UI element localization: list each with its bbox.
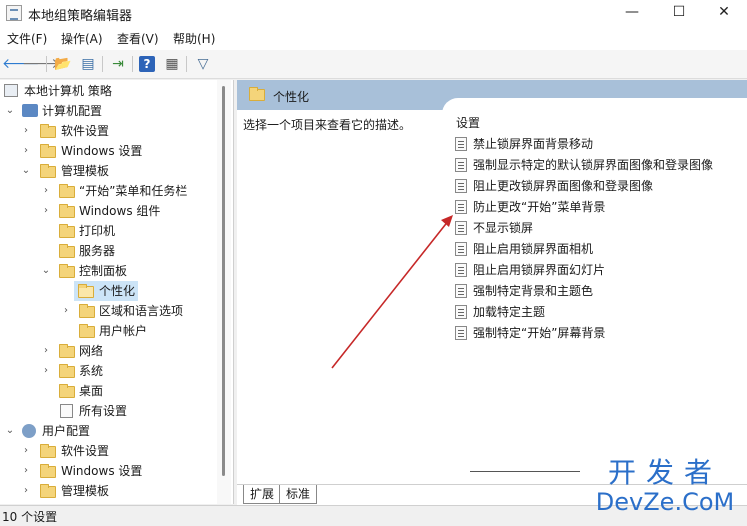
policy-setting-icon	[455, 242, 467, 256]
policy-setting-icon	[455, 305, 467, 319]
window-title: 本地组策略编辑器	[28, 9, 133, 24]
folder-icon	[59, 384, 75, 398]
up-folder-icon[interactable]: 📂	[53, 54, 73, 74]
chevron-right-icon[interactable]: ›	[20, 141, 32, 161]
tree-scrollbar[interactable]	[217, 80, 231, 504]
folder-icon	[59, 244, 75, 258]
content-header-title: 个性化	[273, 90, 310, 104]
description-text: 选择一个项目来查看它的描述。	[243, 118, 412, 132]
navigation-tree: 本地计算机 策略 ⌄ 计算机配置 › 软件设置 › Windows 设置 ⌄ 管…	[0, 80, 234, 504]
export-list-icon[interactable]: ⇥	[108, 54, 128, 74]
status-text: 10 个设置	[2, 510, 58, 524]
watermark-line	[470, 471, 580, 472]
chevron-right-icon[interactable]: ›	[20, 441, 32, 461]
content-header: 个性化	[237, 80, 747, 128]
chevron-right-icon[interactable]: ›	[40, 341, 52, 361]
folder-icon	[40, 464, 56, 478]
minimize-button[interactable]: —	[609, 0, 655, 26]
folder-icon	[59, 224, 75, 238]
chevron-right-icon[interactable]: ›	[20, 461, 32, 481]
watermark-line1: 开发者	[607, 456, 722, 489]
folder-icon	[40, 124, 56, 138]
properties-icon[interactable]: ▦	[162, 54, 182, 74]
user-icon	[22, 424, 36, 438]
watermark-line2: DevZe.CoM	[595, 488, 735, 516]
chevron-right-icon[interactable]: ›	[40, 201, 52, 221]
toolbar: 🡐 🡒 📂 ▤ ⇥ ? ▦ ▽	[0, 50, 747, 79]
folder-open-icon	[78, 284, 94, 298]
scrollbar-thumb[interactable]	[222, 86, 225, 476]
folder-icon	[59, 344, 75, 358]
folder-icon	[249, 87, 265, 101]
forward-icon[interactable]: 🡒	[22, 54, 60, 74]
chevron-right-icon[interactable]: ›	[20, 481, 32, 501]
toolbar-separator	[102, 56, 103, 72]
policy-setting-icon	[455, 179, 467, 193]
folder-icon	[40, 164, 56, 178]
folder-icon	[40, 484, 56, 498]
back-icon[interactable]: 🡐	[2, 54, 40, 74]
chevron-down-icon[interactable]: ⌄	[4, 421, 16, 441]
tab-extended[interactable]: 扩展	[243, 485, 282, 504]
maximize-button[interactable]: ☐	[656, 0, 702, 26]
menu-bar: 文件(F) 操作(A) 查看(V) 帮助(H)	[0, 26, 747, 50]
toolbar-separator	[46, 56, 47, 72]
policy-setting-icon	[455, 284, 467, 298]
chevron-right-icon[interactable]: ›	[40, 361, 52, 381]
watermark-logo: 开发者 DevZe.CoM	[470, 456, 740, 518]
folder-icon	[79, 304, 95, 318]
toolbar-separator	[186, 56, 187, 72]
help-icon[interactable]: ?	[139, 56, 155, 72]
policy-setting-icon	[455, 221, 467, 235]
policy-icon	[4, 84, 18, 97]
menu-view[interactable]: 查看(V)	[117, 30, 159, 47]
tree-item-personalization[interactable]: 个性化	[74, 281, 138, 301]
policy-setting-icon	[455, 263, 467, 277]
chevron-right-icon[interactable]: ›	[60, 301, 72, 321]
settings-page-icon	[60, 404, 73, 418]
policy-setting-icon	[455, 200, 467, 214]
folder-icon	[40, 144, 56, 158]
folder-icon	[59, 364, 75, 378]
settings-column-header[interactable]: 设置	[456, 114, 480, 131]
folder-icon	[79, 324, 95, 338]
chevron-right-icon[interactable]: ›	[20, 121, 32, 141]
policy-setting-icon	[455, 158, 467, 172]
app-icon	[6, 5, 22, 21]
folder-icon	[59, 184, 75, 198]
policy-setting-icon	[455, 137, 467, 151]
menu-help[interactable]: 帮助(H)	[173, 30, 215, 47]
chevron-down-icon[interactable]: ⌄	[4, 101, 16, 121]
computer-icon	[22, 104, 38, 117]
folder-icon	[59, 264, 75, 278]
filter-icon[interactable]: ▽	[193, 54, 213, 74]
close-button[interactable]: ✕	[701, 0, 747, 26]
folder-icon	[59, 204, 75, 218]
menu-file[interactable]: 文件(F)	[7, 30, 47, 47]
chevron-down-icon[interactable]: ⌄	[20, 161, 32, 181]
chevron-down-icon[interactable]: ⌄	[40, 261, 52, 281]
toolbar-separator	[132, 56, 133, 72]
header-curve	[442, 98, 747, 128]
policy-setting-icon	[455, 326, 467, 340]
show-hide-tree-icon[interactable]: ▤	[78, 54, 98, 74]
tab-standard[interactable]: 标准	[279, 485, 318, 504]
menu-action[interactable]: 操作(A)	[61, 30, 103, 47]
title-bar: 本地组策略编辑器 — ☐ ✕	[0, 0, 747, 26]
chevron-right-icon[interactable]: ›	[40, 181, 52, 201]
content-pane: 个性化 选择一个项目来查看它的描述。 设置 禁止锁屏界面背景移动 强制显示特定的…	[237, 80, 747, 504]
folder-icon	[40, 444, 56, 458]
